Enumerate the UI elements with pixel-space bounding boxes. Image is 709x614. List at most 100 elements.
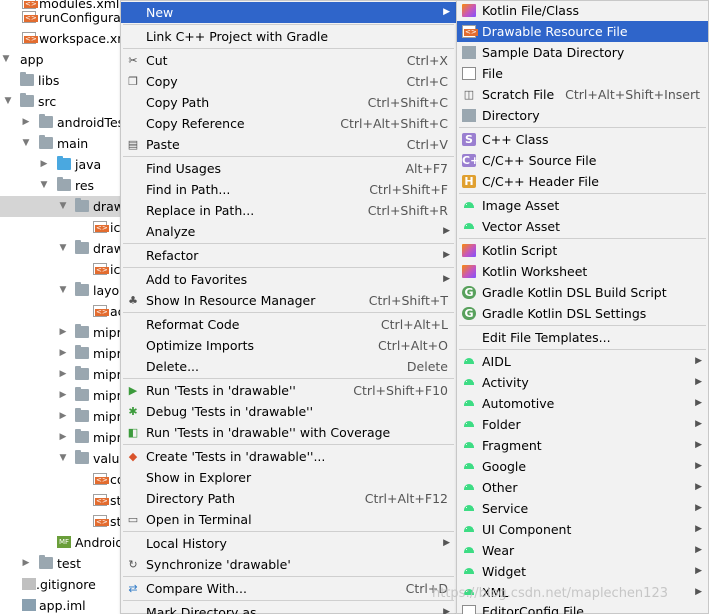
submenu-item-gradle-kotlin-build-script[interactable]: G Gradle Kotlin DSL Build Script bbox=[457, 282, 708, 303]
submenu-item-widget[interactable]: Widget ▶ bbox=[457, 561, 708, 582]
submenu-item-ui-component[interactable]: UI Component ▶ bbox=[457, 519, 708, 540]
tree-row-androidmanifest[interactable]: MF Android bbox=[0, 532, 121, 553]
tree-row-src[interactable]: ▼ src bbox=[0, 91, 121, 112]
tree-row-mipmap-2[interactable]: ▶ mipr bbox=[0, 343, 121, 364]
collapse-arrow-icon[interactable]: ▶ bbox=[57, 427, 69, 448]
expand-arrow-icon[interactable]: ▼ bbox=[57, 448, 69, 469]
submenu-item-fragment[interactable]: Fragment ▶ bbox=[457, 435, 708, 456]
submenu-item-cpp-header-file[interactable]: H C/C++ Header File bbox=[457, 171, 708, 192]
submenu-item-image-asset[interactable]: Image Asset bbox=[457, 195, 708, 216]
collapse-arrow-icon[interactable]: ▶ bbox=[20, 553, 32, 574]
menu-item-find-in-path[interactable]: Find in Path... Ctrl+Shift+F bbox=[121, 179, 456, 200]
tree-row-mipmap-1[interactable]: ▶ mipr bbox=[0, 322, 121, 343]
menu-item-open-in-terminal[interactable]: ▭ Open in Terminal bbox=[121, 509, 456, 530]
submenu-item-edit-file-templates[interactable]: Edit File Templates... bbox=[457, 327, 708, 348]
submenu-item-xml[interactable]: XML ▶ bbox=[457, 582, 708, 603]
submenu-item-folder[interactable]: Folder ▶ bbox=[457, 414, 708, 435]
submenu-item-directory[interactable]: Directory bbox=[457, 105, 708, 126]
menu-item-delete[interactable]: Delete... Delete bbox=[121, 356, 456, 377]
expand-arrow-icon[interactable]: ▼ bbox=[0, 49, 12, 70]
collapse-arrow-icon[interactable]: ▶ bbox=[57, 385, 69, 406]
collapse-arrow-icon[interactable]: ▶ bbox=[57, 322, 69, 343]
submenu-item-service[interactable]: Service ▶ bbox=[457, 498, 708, 519]
tree-row-drawable-v24[interactable]: ▼ draw bbox=[0, 238, 121, 259]
tree-row-styles[interactable]: st bbox=[0, 511, 121, 532]
collapse-arrow-icon[interactable]: ▶ bbox=[38, 154, 50, 175]
submenu-item-cpp-class[interactable]: S C++ Class bbox=[457, 129, 708, 150]
menu-item-synchronize[interactable]: ↻ Synchronize 'drawable' bbox=[121, 554, 456, 575]
expand-arrow-icon[interactable]: ▼ bbox=[57, 280, 69, 301]
submenu-item-vector-asset[interactable]: Vector Asset bbox=[457, 216, 708, 237]
tree-row-test[interactable]: ▶ test bbox=[0, 553, 121, 574]
menu-item-run-tests[interactable]: ▶ Run 'Tests in 'drawable'' Ctrl+Shift+F… bbox=[121, 380, 456, 401]
menu-item-mark-directory-as[interactable]: Mark Directory as ▶ bbox=[121, 602, 456, 614]
expand-arrow-icon[interactable]: ▼ bbox=[2, 91, 14, 112]
submenu-item-kotlin-file-class[interactable]: Kotlin File/Class bbox=[457, 0, 708, 21]
submenu-item-cpp-source-file[interactable]: C++ C/C++ Source File bbox=[457, 150, 708, 171]
tree-row-ic-launcher-2[interactable]: ic bbox=[0, 259, 121, 280]
tree-row-workspace-xml[interactable]: workspace.xm bbox=[0, 28, 121, 49]
menu-item-add-to-favorites[interactable]: Add to Favorites ▶ bbox=[121, 269, 456, 290]
submenu-item-sample-data-directory[interactable]: Sample Data Directory bbox=[457, 42, 708, 63]
menu-item-paste[interactable]: ▤ Paste Ctrl+V bbox=[121, 134, 456, 155]
tree-row-runconfigurations[interactable]: runConfigurat bbox=[0, 7, 121, 28]
tree-row-layout[interactable]: ▼ layou bbox=[0, 280, 121, 301]
menu-item-create-tests[interactable]: ◆ Create 'Tests in 'drawable''... bbox=[121, 446, 456, 467]
submenu-item-kotlin-worksheet[interactable]: Kotlin Worksheet bbox=[457, 261, 708, 282]
menu-item-directory-path[interactable]: Directory Path Ctrl+Alt+F12 bbox=[121, 488, 456, 509]
submenu-item-drawable-resource-file[interactable]: Drawable Resource File bbox=[457, 21, 708, 42]
submenu-item-automotive[interactable]: Automotive ▶ bbox=[457, 393, 708, 414]
menu-item-link-cpp-project[interactable]: Link C++ Project with Gradle bbox=[121, 26, 456, 47]
tree-row-drawable-selected[interactable]: ▼ draw bbox=[0, 196, 121, 217]
menu-item-find-usages[interactable]: Find Usages Alt+F7 bbox=[121, 158, 456, 179]
expand-arrow-icon[interactable]: ▼ bbox=[57, 196, 69, 217]
tree-row-mipmap-5[interactable]: ▶ mipr bbox=[0, 406, 121, 427]
tree-row-libs[interactable]: libs bbox=[0, 70, 121, 91]
menu-item-copy-path[interactable]: Copy Path Ctrl+Shift+C bbox=[121, 92, 456, 113]
tree-row-mipmap-4[interactable]: ▶ mipr bbox=[0, 385, 121, 406]
tree-row-strings[interactable]: st bbox=[0, 490, 121, 511]
collapse-arrow-icon[interactable]: ▶ bbox=[57, 406, 69, 427]
tree-row-androidtest[interactable]: ▶ androidTes bbox=[0, 112, 121, 133]
menu-item-local-history[interactable]: Local History ▶ bbox=[121, 533, 456, 554]
submenu-item-scratch-file[interactable]: ◫ Scratch File Ctrl+Alt+Shift+Insert bbox=[457, 84, 708, 105]
menu-item-optimize-imports[interactable]: Optimize Imports Ctrl+Alt+O bbox=[121, 335, 456, 356]
menu-item-copy-reference[interactable]: Copy Reference Ctrl+Alt+Shift+C bbox=[121, 113, 456, 134]
collapse-arrow-icon[interactable]: ▶ bbox=[20, 112, 32, 133]
tree-row-res[interactable]: ▼ res bbox=[0, 175, 121, 196]
menu-item-cut[interactable]: ✂ Cut Ctrl+X bbox=[121, 50, 456, 71]
menu-item-debug-tests[interactable]: ✱ Debug 'Tests in 'drawable'' bbox=[121, 401, 456, 422]
tree-row-main[interactable]: ▼ main bbox=[0, 133, 121, 154]
menu-item-run-with-coverage[interactable]: ◧ Run 'Tests in 'drawable'' with Coverag… bbox=[121, 422, 456, 443]
collapse-arrow-icon[interactable]: ▶ bbox=[57, 364, 69, 385]
tree-row-ic-launcher[interactable]: ic bbox=[0, 217, 121, 238]
menu-item-copy[interactable]: ❐ Copy Ctrl+C bbox=[121, 71, 456, 92]
submenu-item-kotlin-script[interactable]: Kotlin Script bbox=[457, 240, 708, 261]
submenu-item-google[interactable]: Google ▶ bbox=[457, 456, 708, 477]
menu-item-new[interactable]: New ▶ bbox=[121, 2, 456, 23]
menu-item-show-in-resource-manager[interactable]: ♣ Show In Resource Manager Ctrl+Shift+T bbox=[121, 290, 456, 311]
tree-row-app[interactable]: ▼ app bbox=[0, 49, 121, 70]
submenu-item-activity[interactable]: Activity ▶ bbox=[457, 372, 708, 393]
submenu-item-file[interactable]: File bbox=[457, 63, 708, 84]
submenu-item-other[interactable]: Other ▶ bbox=[457, 477, 708, 498]
tree-row-colors[interactable]: co bbox=[0, 469, 121, 490]
expand-arrow-icon[interactable]: ▼ bbox=[20, 133, 32, 154]
menu-item-analyze[interactable]: Analyze ▶ bbox=[121, 221, 456, 242]
tree-row-java[interactable]: ▶ java bbox=[0, 154, 121, 175]
menu-item-show-in-explorer[interactable]: Show in Explorer bbox=[121, 467, 456, 488]
expand-arrow-icon[interactable]: ▼ bbox=[57, 238, 69, 259]
tree-row-app-iml[interactable]: app.iml bbox=[0, 595, 121, 614]
submenu-item-aidl[interactable]: AIDL ▶ bbox=[457, 351, 708, 372]
menu-item-refactor[interactable]: Refactor ▶ bbox=[121, 245, 456, 266]
submenu-item-editorconfig-file[interactable]: EditorConfig File bbox=[457, 601, 708, 614]
tree-row-gitignore[interactable]: .gitignore bbox=[0, 574, 121, 595]
menu-item-replace-in-path[interactable]: Replace in Path... Ctrl+Shift+R bbox=[121, 200, 456, 221]
tree-row-mipmap-3[interactable]: ▶ mipr bbox=[0, 364, 121, 385]
submenu-item-gradle-kotlin-settings[interactable]: G Gradle Kotlin DSL Settings bbox=[457, 303, 708, 324]
collapse-arrow-icon[interactable]: ▶ bbox=[57, 343, 69, 364]
tree-row-activity-main[interactable]: ac bbox=[0, 301, 121, 322]
tree-row-values[interactable]: ▼ value bbox=[0, 448, 121, 469]
expand-arrow-icon[interactable]: ▼ bbox=[38, 175, 50, 196]
tree-row-mipmap-6[interactable]: ▶ mipr bbox=[0, 427, 121, 448]
